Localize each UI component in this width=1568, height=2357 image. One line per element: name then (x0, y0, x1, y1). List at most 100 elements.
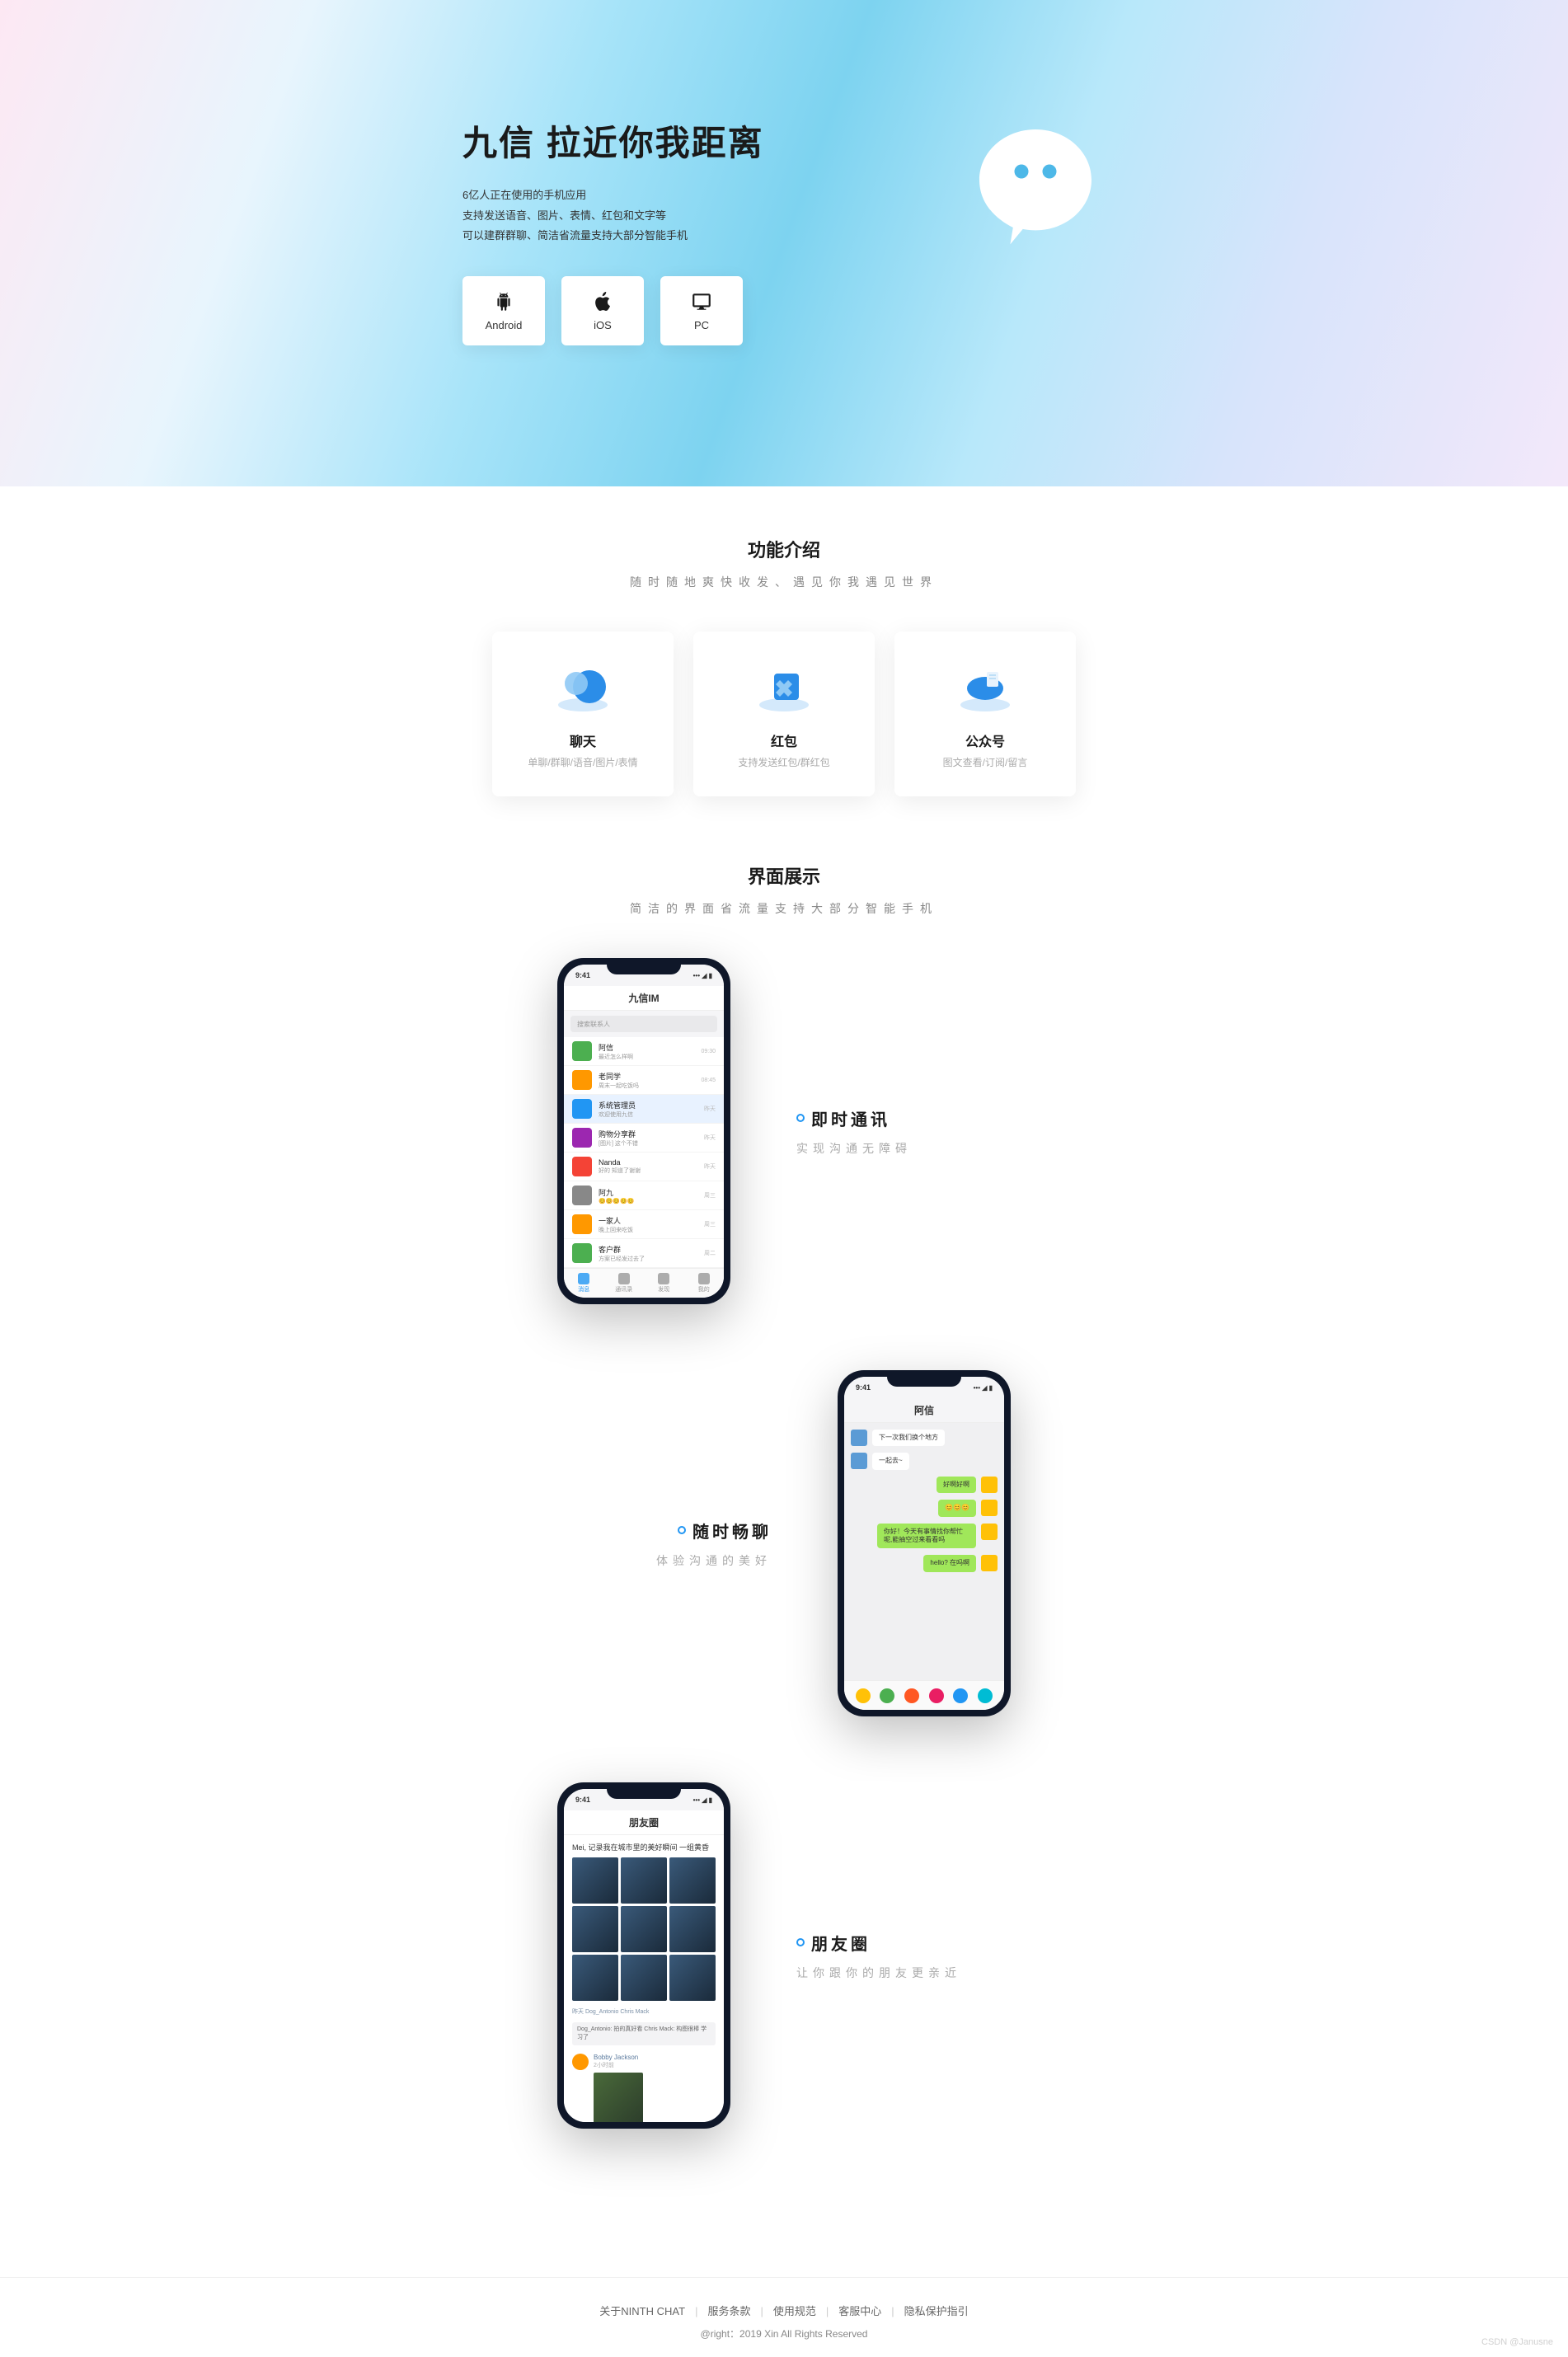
input-action-button[interactable] (953, 1688, 968, 1703)
platform-ios-label: iOS (594, 319, 612, 331)
chat-list-item[interactable]: 阿信 最近怎么样啊 09:30 (564, 1037, 724, 1066)
chat-input-bar[interactable] (844, 1680, 1004, 1710)
moments-image[interactable] (621, 1955, 667, 2001)
footer-link[interactable]: 关于NINTH CHAT (599, 2305, 685, 2317)
avatar (572, 1099, 592, 1119)
showcase-chat-title: 随时畅聊 (692, 1519, 772, 1542)
feature-official-desc: 图文查看/订阅/留言 (943, 755, 1028, 769)
moments-image[interactable] (572, 1857, 618, 1904)
message-bubble[interactable]: 下一次我们换个地方 (872, 1430, 945, 1446)
tab-contacts[interactable]: 通讯录 (604, 1269, 645, 1298)
avatar (572, 1070, 592, 1090)
moments-image[interactable] (594, 2073, 643, 2122)
chat-preview: 😊😊😊😊😊 (599, 1198, 697, 1204)
moments-image[interactable] (669, 1906, 716, 1952)
chat-list-item[interactable]: 系统管理员 欢迎使用九信 昨天 (564, 1095, 724, 1124)
avatar (981, 1477, 998, 1493)
chat-list-item[interactable]: 客户群 方案已经发过去了 周二 (564, 1239, 724, 1268)
phone-status-bar: 9:41 ••• ◢ ▮ (564, 965, 724, 986)
status-time: 9:41 (856, 1383, 871, 1392)
chat-time: 周三 (704, 1191, 716, 1200)
hero-description: 6亿人正在使用的手机应用 支持发送语音、图片、表情、红包和文字等 可以建群群聊、… (462, 185, 916, 246)
input-action-button[interactable] (929, 1688, 944, 1703)
status-time: 9:41 (575, 971, 590, 979)
chat-name: 一家人 (599, 1215, 697, 1226)
feature-card-redpacket[interactable]: 红包 支持发送红包/群红包 (693, 632, 875, 796)
footer-links: 关于NINTH CHAT|服务条款|使用规范|客服中心|隐私保护指引 (0, 2303, 1568, 2318)
bullet-icon (678, 1526, 686, 1534)
moments-image[interactable] (621, 1857, 667, 1904)
platform-android-button[interactable]: Android (462, 276, 545, 345)
message-bubble[interactable]: hello? 在吗啊 (923, 1555, 976, 1571)
avatar (572, 1041, 592, 1061)
chat-name: 购物分享群 (599, 1129, 697, 1139)
chat-list-item[interactable]: 阿九 😊😊😊😊😊 周三 (564, 1181, 724, 1210)
showcase-im-sub: 实现沟通无障碍 (796, 1140, 1011, 1157)
moments-image[interactable] (572, 1906, 618, 1952)
avatar (981, 1500, 998, 1516)
moments-image[interactable] (572, 1955, 618, 2001)
chat-time: 周二 (704, 1249, 716, 1257)
moments-image[interactable] (669, 1955, 716, 2001)
showcase-chat-sub: 体验沟通的美好 (557, 1552, 772, 1569)
message-row: 😊😊😊 (851, 1500, 998, 1516)
chat-preview: 周末一起吃饭吗 (599, 1082, 694, 1090)
platform-ios-button[interactable]: iOS (561, 276, 644, 345)
phone-mockup-chatdetail: 9:41 ••• ◢ ▮ 阿信 下一次我们换个地方 一起去~ 好啊好啊 😊😊😊 … (838, 1370, 1011, 1716)
message-bubble[interactable]: 一起去~ (872, 1453, 909, 1469)
bullet-icon (796, 1114, 805, 1122)
message-bubble[interactable]: 😊😊😊 (938, 1500, 976, 1516)
footer-link[interactable]: 隐私保护指引 (904, 2305, 969, 2317)
showcase-section: 界面展示 简洁的界面省流量支持大部分智能手机 9:41 ••• ◢ ▮ 九信IM… (0, 829, 1568, 2228)
hero-line-1: 6亿人正在使用的手机应用 (462, 185, 916, 206)
message-bubble[interactable]: 你好！今天有事情找你帮忙呢,能抽空过来看看吗 (877, 1524, 976, 1549)
moments-image-grid (572, 1857, 716, 2001)
message-bubble[interactable]: 好啊好啊 (937, 1477, 976, 1493)
input-action-button[interactable] (978, 1688, 993, 1703)
avatar (981, 1524, 998, 1540)
chat-name: 阿信 (599, 1042, 694, 1053)
input-action-button[interactable] (904, 1688, 919, 1703)
official-feature-icon (948, 660, 1022, 717)
features-title: 功能介绍 (0, 536, 1568, 562)
chat-name: 系统管理员 (599, 1100, 697, 1110)
feature-card-chat[interactable]: 聊天 单聊/群聊/语音/图片/表情 (492, 632, 674, 796)
input-action-button[interactable] (856, 1688, 871, 1703)
chat-list-item[interactable]: Nanda 好的 知道了谢谢 昨天 (564, 1153, 724, 1181)
chat-time: 08:45 (701, 1078, 716, 1083)
phone-nav-title: 九信IM (564, 986, 724, 1011)
avatar[interactable] (572, 2054, 589, 2070)
message-row: 好啊好啊 (851, 1477, 998, 1493)
tab-messages[interactable]: 消息 (564, 1269, 604, 1298)
chat-list-item[interactable]: 购物分享群 [图片] 这个不错 昨天 (564, 1124, 724, 1153)
footer-link[interactable]: 服务条款 (707, 2305, 750, 2317)
feature-card-official[interactable]: 公众号 图文查看/订阅/留言 (894, 632, 1076, 796)
chat-list: 阿信 最近怎么样啊 09:30 老同学 周末一起吃饭吗 08:45 系统管理员 … (564, 1037, 724, 1297)
hero-section: 九信 拉近你我距离 6亿人正在使用的手机应用 支持发送语音、图片、表情、红包和文… (0, 0, 1568, 486)
separator: | (760, 2305, 763, 2317)
footer-link[interactable]: 客服中心 (838, 2305, 881, 2317)
status-signal-icon: ••• ◢ ▮ (693, 972, 712, 979)
features-section: 功能介绍 随时随地爽快收发、遇见你我遇见世界 聊天 单聊/群聊/语音/图片/表情… (0, 486, 1568, 829)
message-row: 一起去~ (851, 1453, 998, 1469)
input-action-button[interactable] (880, 1688, 894, 1703)
phone-search-input[interactable]: 搜索联系人 (570, 1016, 717, 1032)
tab-discover[interactable]: 发现 (644, 1269, 684, 1298)
platform-pc-button[interactable]: PC (660, 276, 743, 345)
message-row: 下一次我们换个地方 (851, 1430, 998, 1446)
footer-link[interactable]: 使用规范 (773, 2305, 816, 2317)
moments-image[interactable] (669, 1857, 716, 1904)
chat-list-item[interactable]: 一家人 晚上回来吃饭 周三 (564, 1210, 724, 1239)
speech-bubble-icon (965, 115, 1106, 256)
tab-me[interactable]: 我的 (684, 1269, 725, 1298)
avatar (572, 1214, 592, 1234)
showcase-title: 界面展示 (0, 862, 1568, 889)
chat-preview: 方案已经发过去了 (599, 1255, 697, 1263)
showcase-im-title: 即时通讯 (811, 1106, 890, 1130)
showcase-text-moments: 朋友圈 让你跟你的朋友更亲近 (796, 1931, 1011, 1981)
bullet-icon (796, 1938, 805, 1946)
moments-image[interactable] (621, 1906, 667, 1952)
platform-android-label: Android (486, 319, 523, 331)
feature-official-name: 公众号 (965, 730, 1005, 750)
chat-list-item[interactable]: 老同学 周末一起吃饭吗 08:45 (564, 1066, 724, 1095)
